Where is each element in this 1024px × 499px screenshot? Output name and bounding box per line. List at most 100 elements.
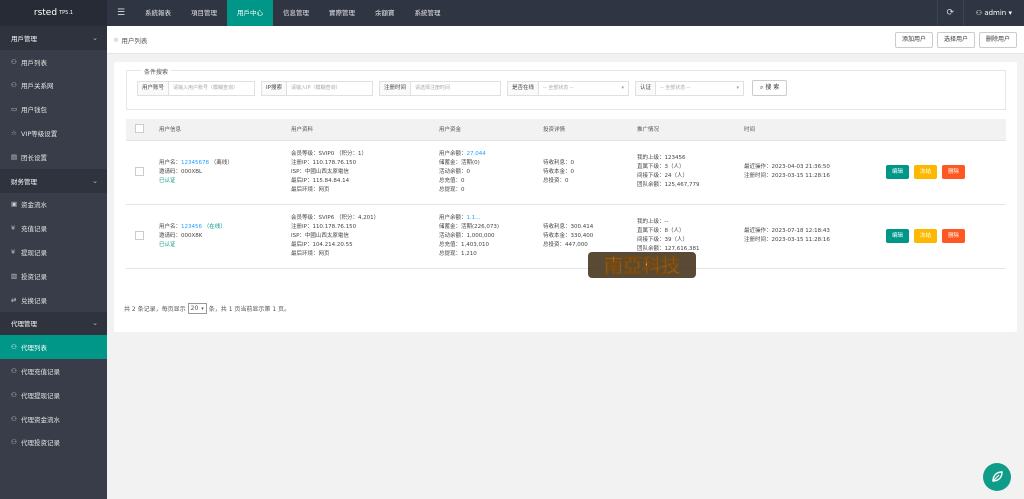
menu-toggle-icon[interactable]: ☰ xyxy=(107,8,135,18)
col-user-profile: 用户资料 xyxy=(291,119,439,141)
freeze-button[interactable]: 冻结 xyxy=(914,229,937,243)
invite-code: 000XBL xyxy=(181,168,203,175)
chevron-down-icon: ▾ xyxy=(1008,9,1012,17)
doc-icon: ▤ xyxy=(11,152,18,161)
invite-code: 000X8K xyxy=(181,232,203,239)
top-bar: rsted TP5.1 ☰ 系統報表 項目管理 用戶中心 信息管理 實際管理 余額… xyxy=(0,0,1024,26)
sidebar-item-withdraw[interactable]: ¥ 提现记录 xyxy=(0,240,107,264)
sidebar-item-vip-level[interactable]: ☆ VIP等级设置 xyxy=(0,121,107,145)
sidebar-item-agent-list[interactable]: ⚇ 代理列表 xyxy=(0,335,107,360)
topnav-user-center[interactable]: 用戶中心 xyxy=(227,0,273,26)
sidebar-item-investments[interactable]: ▥ 投资记录 xyxy=(0,264,107,288)
sidebar-item-agent-withdraw[interactable]: ⚇ 代理提现记录 xyxy=(0,383,107,407)
sidebar-item-user-wallet[interactable]: ▭ 用户钱包 xyxy=(0,97,107,121)
online-select[interactable]: -- 全部状态 -- ▾ xyxy=(539,80,629,96)
pagination: 共 2 条记录，每页显示 20 ▾ 条，共 1 页当前显示第 1 页。 xyxy=(124,303,291,314)
page-size-select[interactable]: 20 ▾ xyxy=(187,303,207,314)
topnav-reports[interactable]: 系統報表 xyxy=(135,0,181,26)
chevron-down-icon: ⌄ xyxy=(92,319,98,328)
user-icon: ⚇ xyxy=(11,367,17,376)
sidebar-item-leader-settings[interactable]: ▤ 团长设置 xyxy=(0,145,107,169)
ip-input[interactable]: 请输入IP（模糊查询） xyxy=(286,80,373,96)
row-checkbox[interactable] xyxy=(135,230,144,240)
account-label: 用户账号 xyxy=(137,80,170,96)
topnav-messages[interactable]: 信息管理 xyxy=(273,0,319,26)
auth-select[interactable]: -- 全部状态 -- ▾ xyxy=(656,80,745,96)
online-label: 是否在线 xyxy=(506,80,539,96)
online-status: （离线） xyxy=(210,159,233,166)
balance-value: 27.044 xyxy=(466,150,486,157)
username-link[interactable]: 12345678 xyxy=(181,160,209,166)
select-all-checkbox[interactable] xyxy=(135,123,144,133)
search-button[interactable]: ⌕ 搜 索 xyxy=(752,80,788,96)
balance-value: 1.1... xyxy=(466,214,481,221)
chevron-down-icon: ⌄ xyxy=(92,33,98,42)
sidebar-group-finance[interactable]: 财务管理 ⌄ xyxy=(0,168,107,193)
username-link[interactable]: 123456 xyxy=(181,224,202,230)
sidebar-item-recharge[interactable]: ¥ 充值记录 xyxy=(0,216,107,240)
edit-button[interactable]: 编辑 xyxy=(886,165,909,179)
delete-button[interactable]: 删除 xyxy=(942,165,965,179)
delete-user-button[interactable]: 删除用户 xyxy=(978,32,1017,48)
row-checkbox[interactable] xyxy=(135,166,144,176)
star-icon: ☆ xyxy=(11,129,17,138)
col-time: 时间 xyxy=(744,119,886,141)
refresh-icon[interactable]: ⟳ xyxy=(936,0,963,26)
sidebar-item-agent-fund-flow[interactable]: ⚇ 代理资金流水 xyxy=(0,407,107,431)
coin-icon: ¥ xyxy=(11,248,16,257)
online-status: （在线） xyxy=(203,223,226,230)
breadcrumb-current: 用户列表 xyxy=(121,36,148,45)
main-content: ◎ 用户列表 添加用户 选择用户 删除用户 条件搜索 用户账号 请输入用户账号（… xyxy=(107,26,1024,499)
breadcrumb: ◎ 用户列表 添加用户 选择用户 删除用户 xyxy=(107,26,1024,54)
search-icon: ⌕ xyxy=(760,84,764,91)
sidebar-group-user[interactable]: 用戶管理 ⌄ xyxy=(0,26,107,50)
topnav-system[interactable]: 系統管理 xyxy=(405,0,451,26)
user-icon: ⚇ xyxy=(975,9,983,17)
sidebar-item-agent-invest[interactable]: ⚇ 代理投资记录 xyxy=(0,431,107,455)
user-icon: ⚇ xyxy=(11,57,17,66)
svg-text:南亞科技: 南亞科技 xyxy=(604,254,681,277)
reg-time-input[interactable]: 请选择注册时间 xyxy=(410,80,501,96)
user-menu[interactable]: ⚇ admin ▾ xyxy=(962,0,1024,26)
watermark-logo: 南亞科技 xyxy=(588,252,696,278)
sidebar-item-user-list[interactable]: ⚇ 用戶列表 xyxy=(0,50,107,74)
edit-button[interactable]: 编辑 xyxy=(886,229,909,243)
topnav-yuebao[interactable]: 余額寶 xyxy=(365,0,405,26)
chart-icon: ▥ xyxy=(11,271,18,280)
search-fieldset: 条件搜索 用户账号 请输入用户账号（模糊查询） IP搜索 请输入IP（模糊查询）… xyxy=(126,67,1006,110)
reg-time-label: 注册时间 xyxy=(378,80,411,96)
exchange-icon: ⇄ xyxy=(11,295,17,304)
sidebar: 用戶管理 ⌄ ⚇ 用戶列表 ⚇ 用戶关系网 ▭ 用户钱包 ☆ VIP等级设置 ▤ 团长设置 … xyxy=(0,26,107,499)
caret-down-icon: ▾ xyxy=(621,84,624,91)
user-list-card: 条件搜索 用户账号 请输入用户账号（模糊查询） IP搜索 请输入IP（模糊查询）… xyxy=(114,62,1017,332)
dot-icon: ◎ xyxy=(114,36,119,43)
brand-logo[interactable]: rsted TP5.1 xyxy=(0,0,107,26)
user-icon: ⚇ xyxy=(11,343,17,352)
sidebar-item-exchange[interactable]: ⇄ 兑换记录 xyxy=(0,288,107,312)
sidebar-item-agent-recharge[interactable]: ⚇ 代理充值记录 xyxy=(0,359,107,383)
select-user-button[interactable]: 选择用户 xyxy=(936,32,975,48)
caret-down-icon: ▾ xyxy=(736,84,740,91)
freeze-button[interactable]: 冻结 xyxy=(914,165,937,179)
chevron-down-icon: ⌄ xyxy=(92,176,98,185)
delete-button[interactable]: 删除 xyxy=(942,229,965,243)
col-user-funds: 用户资金 xyxy=(439,119,543,141)
user-icon: ⚇ xyxy=(11,81,17,90)
card-icon: ▭ xyxy=(11,105,18,114)
user-icon: ⚇ xyxy=(11,390,17,399)
top-nav: 系統報表 項目管理 用戶中心 信息管理 實際管理 余額寶 系統管理 xyxy=(135,0,451,26)
table-header-row: 用户信息 用户资料 用户资金 投资详情 推广情况 时间 xyxy=(126,119,1006,141)
topnav-projects[interactable]: 項目管理 xyxy=(181,0,227,26)
wallet-icon: ▣ xyxy=(11,200,18,209)
user-icon: ⚇ xyxy=(11,414,17,423)
add-user-button[interactable]: 添加用户 xyxy=(894,32,933,48)
sidebar-group-agent[interactable]: 代理管理 ⌄ xyxy=(0,311,107,336)
sidebar-item-user-relations[interactable]: ⚇ 用戶关系网 xyxy=(0,74,107,98)
auth-status: 已认证 xyxy=(159,177,176,184)
account-input[interactable]: 请输入用户账号（模糊查询） xyxy=(169,80,256,96)
chat-fab[interactable] xyxy=(983,463,1011,491)
sidebar-item-fund-flow[interactable]: ▣ 资金流水 xyxy=(0,193,107,217)
topnav-actual[interactable]: 實際管理 xyxy=(319,0,365,26)
col-user-info: 用户信息 xyxy=(159,119,291,141)
col-promotion: 推广情况 xyxy=(637,119,744,141)
